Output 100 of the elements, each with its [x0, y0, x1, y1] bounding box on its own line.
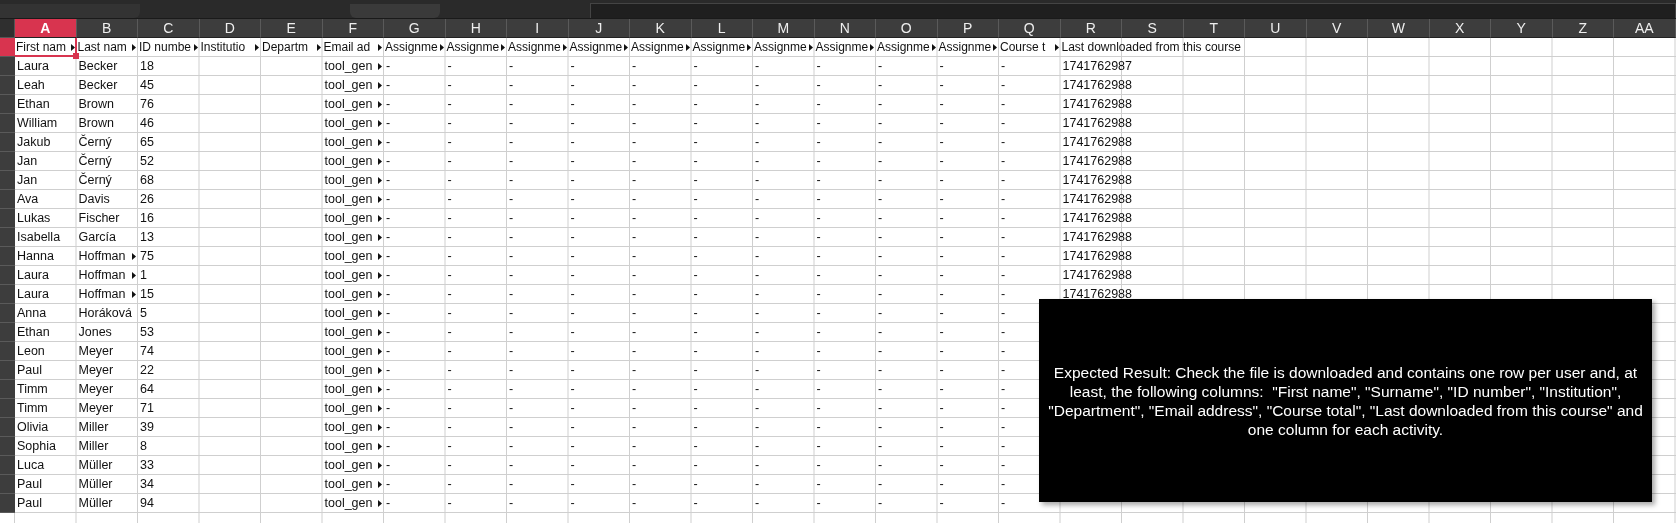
column-header[interactable]: Z [1552, 19, 1614, 38]
row-header[interactable] [0, 38, 15, 57]
cell-text: - [632, 116, 637, 130]
row-header[interactable] [0, 342, 15, 361]
column-header[interactable]: W [1368, 19, 1430, 38]
row-header[interactable] [0, 399, 15, 418]
row-header[interactable] [0, 228, 15, 247]
cell-text: Luca [17, 458, 45, 472]
cell-text: - [570, 116, 575, 130]
row-header[interactable] [0, 494, 15, 513]
column-header[interactable]: N [814, 19, 876, 38]
cell-text: tool_gen [324, 192, 373, 206]
cell-text: - [509, 458, 514, 472]
cell-text: - [816, 78, 821, 92]
column-title: Assignme [631, 40, 684, 54]
cell-text: Jan [17, 154, 38, 168]
row-header[interactable] [0, 475, 15, 494]
column-header[interactable]: L [691, 19, 753, 38]
cell-text: - [570, 268, 575, 282]
fill-handle[interactable] [72, 53, 79, 59]
cell-text: - [816, 59, 821, 73]
selected-cell[interactable]: First nam [15, 38, 77, 57]
row-header[interactable] [0, 361, 15, 380]
column-header[interactable]: U [1245, 19, 1307, 38]
row-header[interactable] [0, 95, 15, 114]
column-header[interactable]: R [1060, 19, 1122, 38]
cell-text: - [632, 477, 637, 491]
cell-text: Müller [78, 458, 113, 472]
cell-text: Laura [17, 287, 49, 301]
cell-text: - [632, 344, 637, 358]
cell-text: - [570, 420, 575, 434]
column-header[interactable]: J [568, 19, 630, 38]
cell-text: - [1001, 325, 1006, 339]
cell-text: - [632, 382, 637, 396]
cell-text: - [816, 230, 821, 244]
cell-text: - [816, 344, 821, 358]
column-header[interactable]: G [384, 19, 446, 38]
cell-text: - [1001, 59, 1006, 73]
cell-text: - [447, 78, 452, 92]
column-header[interactable]: E [261, 19, 323, 38]
cell-text: Lukas [17, 211, 51, 225]
column-header[interactable]: T [1183, 19, 1245, 38]
column-title: Departm [262, 40, 308, 54]
row-header[interactable] [0, 171, 15, 190]
cell-text: - [509, 154, 514, 168]
row-header[interactable] [0, 266, 15, 285]
cell-text: - [632, 154, 637, 168]
row-header[interactable] [0, 114, 15, 133]
row-header[interactable] [0, 304, 15, 323]
column-header[interactable]: O [876, 19, 938, 38]
column-header[interactable]: P [937, 19, 999, 38]
column-header[interactable]: Y [1491, 19, 1553, 38]
cell-text: - [570, 287, 575, 301]
row-header[interactable] [0, 247, 15, 266]
row-header[interactable] [0, 380, 15, 399]
cell-text: - [570, 173, 575, 187]
cell-text: - [570, 363, 575, 377]
cell-text: - [939, 135, 944, 149]
column-header[interactable]: I [507, 19, 569, 38]
row-header[interactable] [0, 285, 15, 304]
row-header[interactable] [0, 57, 15, 76]
column-header[interactable]: F [322, 19, 384, 38]
column-header[interactable]: M [753, 19, 815, 38]
cell-text: - [632, 458, 637, 472]
select-all-corner[interactable] [0, 19, 15, 38]
cell-text: - [386, 344, 391, 358]
cell-text: - [816, 192, 821, 206]
cell-text: - [509, 363, 514, 377]
cell-text: - [447, 363, 452, 377]
row-header[interactable] [0, 209, 15, 228]
column-header[interactable]: C [138, 19, 200, 38]
column-header[interactable]: H [445, 19, 507, 38]
row-header[interactable] [0, 133, 15, 152]
column-header[interactable]: X [1429, 19, 1491, 38]
cell-text: - [509, 211, 514, 225]
column-header[interactable]: Q [999, 19, 1061, 38]
cell-text: - [632, 420, 637, 434]
cell-text: tool_gen [324, 477, 373, 491]
cell-text: Hoffman [78, 268, 126, 282]
row-header[interactable] [0, 418, 15, 437]
cell-text: - [447, 230, 452, 244]
cell-text: - [1001, 78, 1006, 92]
cell-text: - [693, 59, 698, 73]
column-header[interactable]: AA [1614, 19, 1676, 38]
cell-text: - [632, 192, 637, 206]
column-header[interactable]: A [15, 19, 77, 38]
cell-text: - [816, 496, 821, 510]
column-header[interactable]: D [199, 19, 261, 38]
column-header[interactable]: S [1122, 19, 1184, 38]
column-header[interactable]: V [1306, 19, 1368, 38]
cell-text: - [755, 287, 760, 301]
row-header[interactable] [0, 152, 15, 171]
column-header[interactable]: K [630, 19, 692, 38]
row-header[interactable] [0, 190, 15, 209]
row-header[interactable] [0, 76, 15, 95]
column-header[interactable]: B [76, 19, 138, 38]
row-header[interactable] [0, 437, 15, 456]
cell-text: - [755, 401, 760, 415]
row-header[interactable] [0, 456, 15, 475]
row-header[interactable] [0, 323, 15, 342]
